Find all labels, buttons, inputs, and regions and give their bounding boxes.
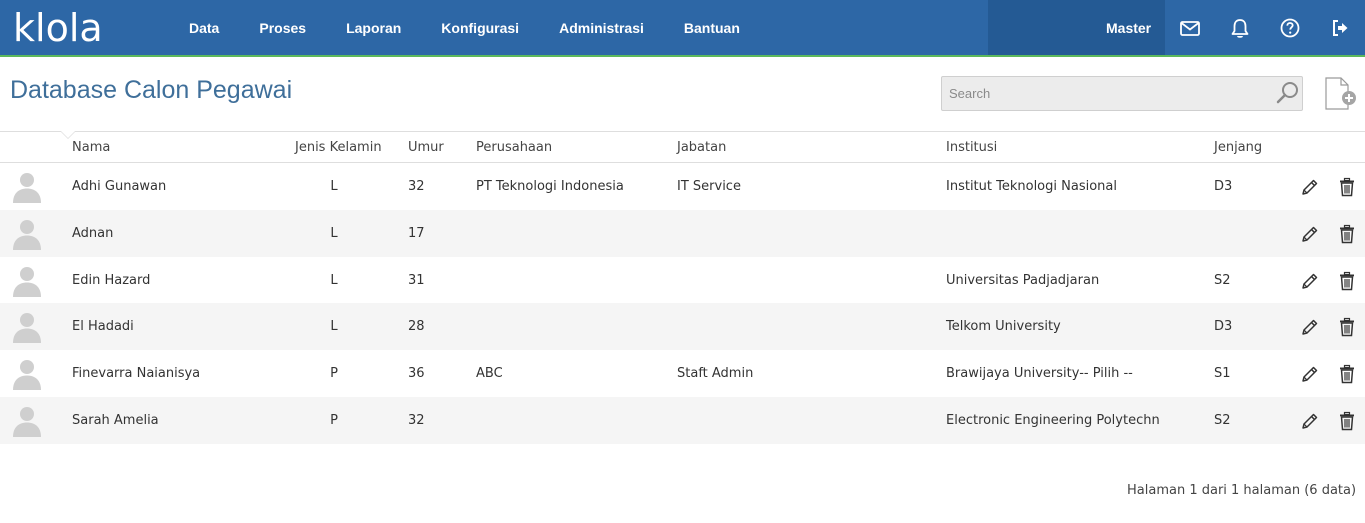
cell-perusahaan: PT Teknologi Indonesia [476,179,624,194]
cell-perusahaan: ABC [476,366,503,382]
cell-nama: Edin Hazard [72,272,151,288]
edit-icon[interactable] [1300,177,1320,197]
cell-jenis-kelamin: P [330,366,338,382]
app-logo[interactable]: klola [13,6,103,50]
avatar [10,169,44,203]
trash-icon[interactable] [1338,271,1356,291]
cell-nama: Finevarra Naianisya [72,366,201,382]
cell-jenis-kelamin: L [330,272,338,288]
cell-institusi: Universitas Padjadjaran [946,272,1100,288]
cell-institusi: Brawijaya University-- Pilih -- [946,366,1133,382]
pagination-info: Halaman 1 dari 1 halaman (6 data) [1127,483,1357,498]
table-header: Nama Jenis Kelamin Umur Perusahaan Jabat… [0,132,1365,163]
column-header-jenjang[interactable]: Jenjang [1214,140,1262,155]
table-row[interactable]: Edin Hazard L 31 Universitas Padjadjaran S2 [0,257,1365,304]
cell-umur: 17 [408,225,425,241]
nav-item-data[interactable]: Data [169,0,239,55]
avatar [10,403,44,437]
cell-umur: 36 [408,366,425,382]
avatar [10,263,44,297]
cell-jenjang: S1 [1214,366,1231,382]
cell-jenjang: D3 [1214,179,1233,194]
search-icon[interactable] [1275,80,1301,106]
column-header-nama[interactable]: Nama [72,140,110,155]
avatar [10,356,44,391]
trash-icon[interactable] [1338,411,1356,431]
avatar [10,216,44,250]
edit-icon[interactable] [1300,411,1320,431]
cell-umur: 32 [408,413,425,428]
trash-icon[interactable] [1338,177,1356,197]
edit-icon[interactable] [1300,317,1320,337]
cell-jenis-kelamin: L [330,179,338,194]
add-document-icon[interactable] [1322,76,1358,112]
cell-umur: 31 [408,272,425,288]
cell-jenis-kelamin: L [330,319,338,335]
table-row[interactable]: Finevarra Naianisya P 36 ABC Staft Admin Braw… [0,350,1365,397]
cell-jenjang: D3 [1214,319,1233,335]
cell-umur: 28 [408,319,425,335]
navbar-accent-line [0,55,1365,57]
cell-institusi: Institut Teknologi Nasional [946,179,1117,194]
column-header-jenis-kelamin[interactable]: Jenis Kelamin [295,140,382,155]
avatar [10,309,44,344]
cell-umur: 32 [408,179,425,194]
nav-item-laporan[interactable]: Laporan [326,0,421,55]
nav-item-konfigurasi[interactable]: Konfigurasi [421,0,539,55]
table-row[interactable]: Adhi Gunawan L 32 PT Teknologi Indonesia IT … [0,163,1365,210]
edit-icon[interactable] [1300,271,1320,291]
trash-icon[interactable] [1338,317,1356,337]
help-icon[interactable] [1279,17,1301,39]
nav-item-proses[interactable]: Proses [239,0,326,55]
table-row[interactable]: Sarah Amelia P 32 Electronic Engineering Po… [0,397,1365,444]
nav-item-administrasi[interactable]: Administrasi [539,0,664,55]
cell-nama: Sarah Amelia [72,413,159,428]
search-box [941,76,1303,111]
cell-nama: Adnan [72,225,114,241]
bell-icon[interactable] [1229,17,1251,39]
column-header-jabatan[interactable]: Jabatan [677,140,726,155]
mail-icon[interactable] [1179,17,1201,39]
table-row[interactable]: Adnan L 17 [0,209,1365,257]
edit-icon[interactable] [1300,224,1320,244]
cell-institusi: Electronic Engineering Polytechn [946,413,1160,428]
edit-icon[interactable] [1300,364,1320,384]
cell-jenjang: S2 [1214,413,1231,428]
column-header-institusi[interactable]: Institusi [946,140,997,155]
table-row[interactable]: El Hadadi L 28 Telkom University D3 [0,303,1365,351]
main-nav: Data Proses Laporan Konfigurasi Administ… [169,0,760,55]
cell-nama: Adhi Gunawan [72,179,167,194]
cell-jabatan: Staft Admin [677,366,754,382]
cell-institusi: Telkom University [946,319,1061,335]
cell-nama: El Hadadi [72,319,134,335]
trash-icon[interactable] [1338,224,1356,244]
search-input[interactable] [942,77,1272,110]
column-header-umur[interactable]: Umur [408,140,444,155]
trash-icon[interactable] [1338,364,1356,384]
logout-icon[interactable] [1329,17,1351,39]
column-header-perusahaan[interactable]: Perusahaan [476,140,552,155]
nav-item-bantuan[interactable]: Bantuan [664,0,760,55]
cell-jenjang: S2 [1214,272,1231,288]
cell-jenis-kelamin: L [330,225,338,241]
cell-jenis-kelamin: P [330,413,338,428]
page-title: Database Calon Pegawai [10,76,293,104]
master-button[interactable]: Master [1106,0,1151,55]
cell-jabatan: IT Service [677,179,741,194]
